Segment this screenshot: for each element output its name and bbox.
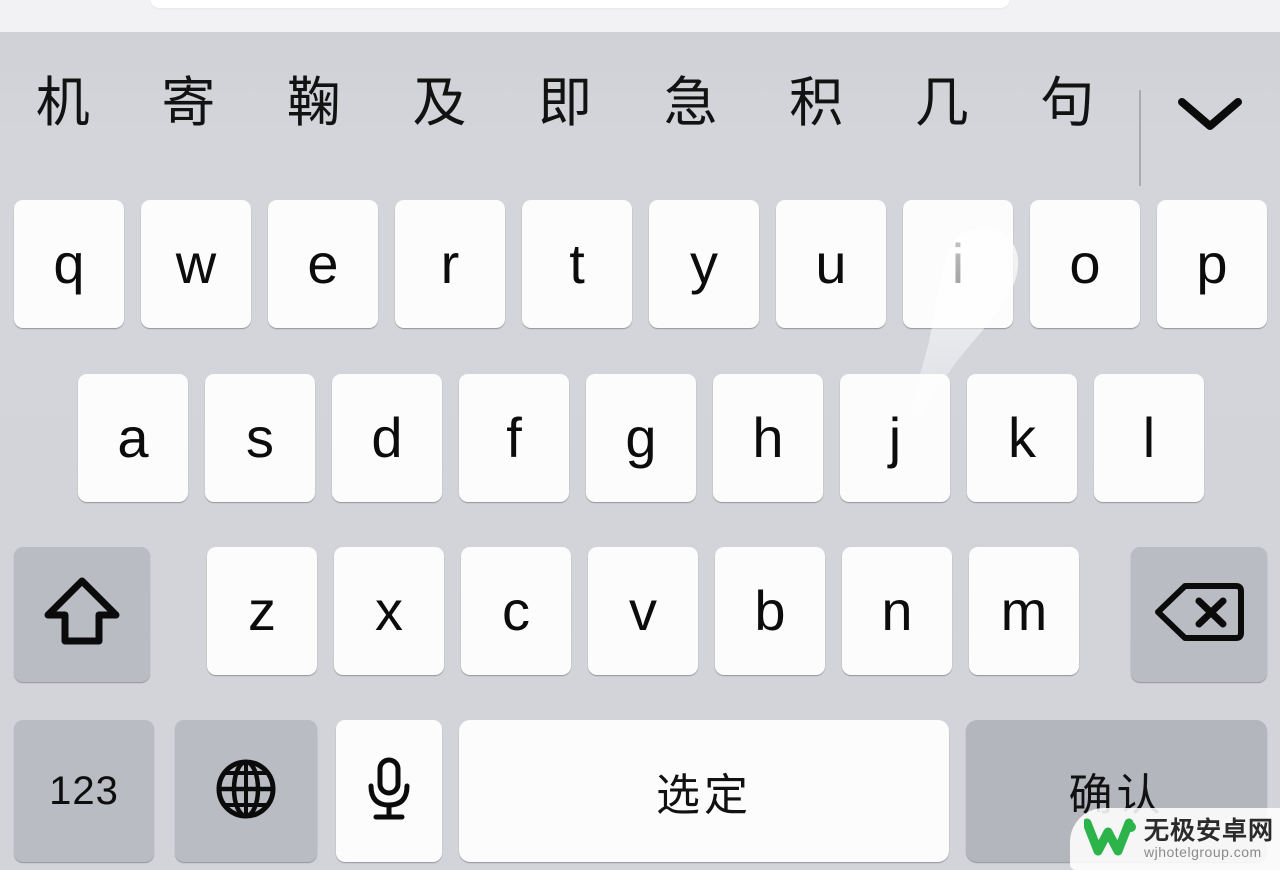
key-o[interactable]: o (1030, 200, 1140, 328)
key-g[interactable]: g (586, 374, 696, 502)
backspace-key[interactable] (1131, 547, 1267, 682)
key-r[interactable]: r (395, 200, 505, 328)
key-i[interactable]: i (903, 200, 1013, 328)
candidate-item-6[interactable]: 积 (753, 76, 879, 130)
candidate-bar-divider (1139, 90, 1141, 186)
key-b[interactable]: b (715, 547, 825, 675)
key-a[interactable]: a (78, 374, 188, 502)
text-input-field[interactable] (150, 0, 1010, 8)
key-k[interactable]: k (967, 374, 1077, 502)
key-y[interactable]: y (649, 200, 759, 328)
language-switch-key[interactable] (175, 720, 317, 862)
app-content-area (0, 0, 1280, 32)
key-m[interactable]: m (969, 547, 1079, 675)
candidate-item-7[interactable]: 几 (879, 76, 1005, 130)
numeric-switch-key[interactable]: 123 (14, 720, 154, 862)
globe-icon (214, 757, 278, 826)
candidate-list: 机 寄 鞠 及 即 急 积 几 句 (0, 32, 1130, 174)
key-q[interactable]: q (14, 200, 124, 328)
candidate-item-3[interactable]: 及 (377, 76, 503, 130)
candidate-item-2[interactable]: 鞠 (251, 76, 377, 130)
shift-key[interactable] (14, 547, 150, 682)
key-row-2: a s d f g h j k l (0, 374, 1280, 506)
key-s[interactable]: s (205, 374, 315, 502)
key-row-1: q w e r t y u i o p (0, 200, 1280, 332)
key-w[interactable]: w (141, 200, 251, 328)
candidate-item-4[interactable]: 即 (502, 76, 628, 130)
key-n[interactable]: n (842, 547, 952, 675)
candidate-item-5[interactable]: 急 (628, 76, 754, 130)
site-watermark: 无极安卓网 wjhotelgroup.com (1070, 808, 1280, 870)
key-j[interactable]: j (840, 374, 950, 502)
candidate-item-1[interactable]: 寄 (126, 76, 252, 130)
microphone-icon (361, 755, 417, 828)
key-d[interactable]: d (332, 374, 442, 502)
key-v[interactable]: v (588, 547, 698, 675)
key-f[interactable]: f (459, 374, 569, 502)
virtual-keyboard: 机 寄 鞠 及 即 急 积 几 句 q w e r t y u i o p a … (0, 32, 1280, 870)
watermark-url: wjhotelgroup.com (1144, 844, 1262, 861)
key-h[interactable]: h (713, 374, 823, 502)
watermark-text: 无极安卓网 wjhotelgroup.com (1144, 817, 1274, 861)
dictation-key[interactable] (336, 720, 442, 862)
chevron-down-icon (1174, 92, 1246, 136)
key-p[interactable]: p (1157, 200, 1267, 328)
key-t[interactable]: t (522, 200, 632, 328)
screen: 机 寄 鞠 及 即 急 积 几 句 q w e r t y u i o p a … (0, 0, 1280, 870)
key-e[interactable]: e (268, 200, 378, 328)
key-c[interactable]: c (461, 547, 571, 675)
key-x[interactable]: x (334, 547, 444, 675)
space-key[interactable]: 选定 (459, 720, 949, 862)
candidate-item-0[interactable]: 机 (0, 76, 126, 130)
candidate-bar: 机 寄 鞠 及 即 急 积 几 句 (0, 32, 1280, 186)
key-row-3: z x c v b n m (0, 547, 1280, 682)
key-l[interactable]: l (1094, 374, 1204, 502)
key-z[interactable]: z (207, 547, 317, 675)
watermark-title: 无极安卓网 (1144, 815, 1275, 845)
expand-candidates-button[interactable] (1150, 72, 1270, 156)
candidate-item-8[interactable]: 句 (1005, 76, 1131, 130)
backspace-icon (1154, 581, 1244, 648)
w-logo-icon (1082, 818, 1136, 861)
shift-arrow-icon (42, 575, 122, 654)
key-u[interactable]: u (776, 200, 886, 328)
